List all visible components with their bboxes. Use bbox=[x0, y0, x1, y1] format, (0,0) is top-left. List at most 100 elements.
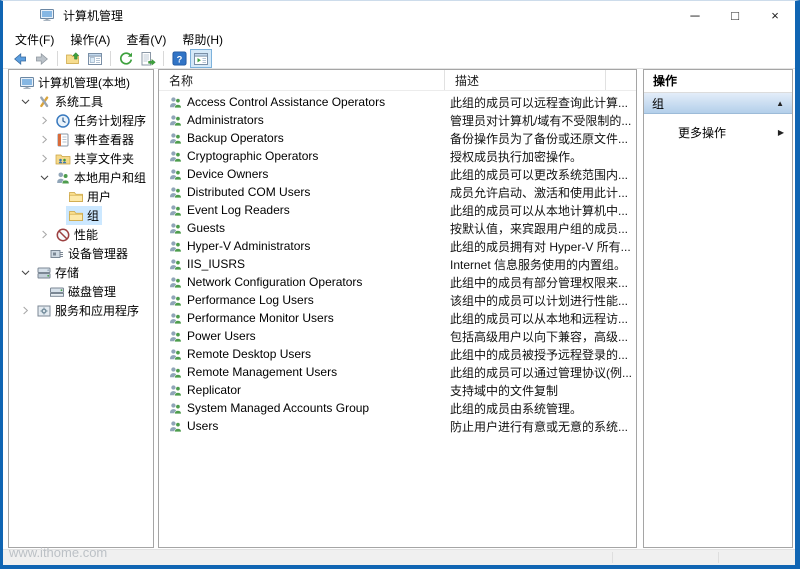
column-header-description[interactable]: 描述 bbox=[445, 70, 606, 90]
group-description: 此组的成员由系统管理。 bbox=[450, 401, 583, 416]
app-icon bbox=[39, 7, 55, 23]
more-actions-item[interactable]: 更多操作 ▶ bbox=[644, 114, 792, 142]
group-row[interactable]: Administrators 管理员对计算机/域有不受限制的... bbox=[159, 111, 636, 129]
group-description: 包括高级用户以向下兼容，高级... bbox=[450, 329, 629, 344]
group-description: 防止用户进行有意或无意的系统... bbox=[450, 419, 629, 434]
menu-bar: 文件(F) 操作(A) 查看(V) 帮助(H) bbox=[3, 29, 795, 49]
group-row[interactable]: Device Owners 此组的成员可以更改系统范围内... bbox=[159, 165, 636, 183]
group-description: Internet 信息服务使用的内置组。 bbox=[450, 257, 627, 272]
group-row[interactable]: Network Configuration Operators 此组中的成员有部分… bbox=[159, 273, 636, 291]
group-description: 该组中的成员可以计划进行性能... bbox=[450, 293, 629, 308]
group-name: System Managed Accounts Group bbox=[187, 401, 370, 415]
tree-item-target: 任务计划程序 bbox=[53, 111, 149, 130]
group-icon bbox=[168, 311, 183, 326]
actions-section-label: 组 bbox=[652, 96, 665, 111]
chevron-collapsed-icon[interactable] bbox=[36, 227, 53, 242]
tree-item[interactable]: 设备管理器 bbox=[9, 244, 153, 263]
tree-item-label: 系统工具 bbox=[55, 95, 104, 109]
chevron-collapsed-icon[interactable] bbox=[36, 151, 53, 166]
up-icon[interactable] bbox=[62, 49, 84, 68]
title-bar: 计算机管理 ─ □ × bbox=[3, 1, 795, 29]
statusbar-separator bbox=[718, 552, 719, 563]
tree-item[interactable]: 本地用户和组 bbox=[9, 168, 153, 187]
help-icon[interactable]: ? bbox=[168, 49, 190, 68]
group-row[interactable]: Performance Monitor Users 此组的成员可以从本地和远程访.… bbox=[159, 309, 636, 327]
group-row[interactable]: Distributed COM Users 成员允许启动、激活和使用此计... bbox=[159, 183, 636, 201]
group-icon bbox=[168, 329, 183, 344]
tree-item-target: 存储 bbox=[34, 263, 82, 282]
list-header: 名称 描述 bbox=[159, 70, 636, 91]
collapse-icon[interactable]: ▲ bbox=[776, 99, 784, 108]
group-row[interactable]: Power Users 包括高级用户以向下兼容，高级... bbox=[159, 327, 636, 345]
group-row[interactable]: Performance Log Users 该组中的成员可以计划进行性能... bbox=[159, 291, 636, 309]
tree-item-label: 共享文件夹 bbox=[74, 152, 135, 166]
tree-item[interactable]: 系统工具 bbox=[9, 92, 153, 111]
tree-item[interactable]: 共享文件夹 bbox=[9, 149, 153, 168]
group-row[interactable]: Replicator 支持域中的文件复制 bbox=[159, 381, 636, 399]
tree-item[interactable]: 磁盘管理 bbox=[9, 282, 153, 301]
menu-item-action[interactable]: 操作(A) bbox=[62, 29, 118, 50]
show-console-tree-icon[interactable] bbox=[190, 49, 212, 68]
group-row[interactable]: Guests 按默认值，来宾跟用户组的成员... bbox=[159, 219, 636, 237]
group-row[interactable]: Access Control Assistance Operators 此组的成员… bbox=[159, 93, 636, 111]
actions-pane: 操作 组 ▲ 更多操作 ▶ bbox=[643, 69, 793, 548]
tree-item[interactable]: 性能 bbox=[9, 225, 153, 244]
group-description: 此组的成员可以远程查询此计算... bbox=[450, 95, 629, 110]
group-name-cell: Distributed COM Users bbox=[159, 185, 445, 200]
tree-item[interactable]: 用户 bbox=[9, 187, 153, 206]
group-row[interactable]: IIS_IUSRS Internet 信息服务使用的内置组。 bbox=[159, 255, 636, 273]
group-name-cell: Remote Management Users bbox=[159, 365, 445, 380]
close-button[interactable]: × bbox=[755, 1, 795, 29]
group-row[interactable]: Remote Desktop Users 此组中的成员被授予远程登录的... bbox=[159, 345, 636, 363]
refresh-icon[interactable] bbox=[115, 49, 137, 68]
tree-item-label: 任务计划程序 bbox=[74, 114, 147, 128]
toolbar-separator bbox=[110, 51, 111, 66]
chevron-collapsed-icon[interactable] bbox=[36, 113, 53, 128]
group-icon bbox=[168, 401, 183, 416]
chevron-collapsed-icon[interactable] bbox=[17, 303, 34, 318]
group-icon bbox=[168, 293, 183, 308]
tree-item-target: 组 bbox=[66, 206, 103, 225]
chevron-collapsed-icon[interactable] bbox=[36, 132, 53, 147]
group-row[interactable]: Remote Management Users 此组的成员可以通过管理协议(例..… bbox=[159, 363, 636, 381]
tree-item[interactable]: 计算机管理(本地) bbox=[9, 73, 153, 92]
forward-icon[interactable] bbox=[31, 49, 53, 68]
group-row[interactable]: Event Log Readers 此组的成员可以从本地计算机中... bbox=[159, 201, 636, 219]
menu-item-file[interactable]: 文件(F) bbox=[7, 29, 62, 50]
group-name: Event Log Readers bbox=[187, 203, 290, 217]
chevron-expanded-icon[interactable] bbox=[17, 94, 34, 109]
group-name-cell: Replicator bbox=[159, 383, 445, 398]
console-window-icon[interactable] bbox=[84, 49, 106, 68]
tree-item[interactable]: 存储 bbox=[9, 263, 153, 282]
tree-item[interactable]: 组 bbox=[9, 206, 153, 225]
tree-item-target: 服务和应用程序 bbox=[34, 301, 142, 320]
minimize-button[interactable]: ─ bbox=[675, 1, 715, 29]
menu-item-view[interactable]: 查看(V) bbox=[118, 29, 174, 50]
menu-item-help[interactable]: 帮助(H) bbox=[174, 29, 231, 50]
column-header-name[interactable]: 名称 bbox=[159, 70, 445, 90]
maximize-button[interactable]: □ bbox=[715, 1, 755, 29]
group-name: Remote Desktop Users bbox=[187, 347, 312, 361]
actions-pane-title: 操作 bbox=[644, 70, 792, 93]
shared-folders-icon bbox=[54, 151, 71, 167]
group-name-cell: Backup Operators bbox=[159, 131, 445, 146]
group-row[interactable]: Hyper-V Administrators 此组的成员拥有对 Hyper-V 所… bbox=[159, 237, 636, 255]
group-icon bbox=[168, 239, 183, 254]
tree-item[interactable]: 服务和应用程序 bbox=[9, 301, 153, 320]
export-list-icon[interactable] bbox=[137, 49, 159, 68]
tree-item[interactable]: 事件查看器 bbox=[9, 130, 153, 149]
group-row[interactable]: System Managed Accounts Group 此组的成员由系统管理。 bbox=[159, 399, 636, 417]
actions-section-group[interactable]: 组 ▲ bbox=[644, 93, 792, 114]
tree-item-target: 本地用户和组 bbox=[53, 168, 149, 187]
chevron-expanded-icon[interactable] bbox=[17, 265, 34, 280]
chevron-expanded-icon[interactable] bbox=[36, 170, 53, 185]
group-row[interactable]: Backup Operators 备份操作员为了备份或还原文件... bbox=[159, 129, 636, 147]
group-description: 此组的成员拥有对 Hyper-V 所有... bbox=[450, 239, 631, 254]
group-row[interactable]: Users 防止用户进行有意或无意的系统... bbox=[159, 417, 636, 435]
event-viewer-icon bbox=[54, 132, 71, 148]
tree-item-label: 服务和应用程序 bbox=[55, 304, 140, 318]
back-icon[interactable] bbox=[9, 49, 31, 68]
storage-icon bbox=[35, 265, 52, 281]
tree-item[interactable]: 任务计划程序 bbox=[9, 111, 153, 130]
group-row[interactable]: Cryptographic Operators 授权成员执行加密操作。 bbox=[159, 147, 636, 165]
